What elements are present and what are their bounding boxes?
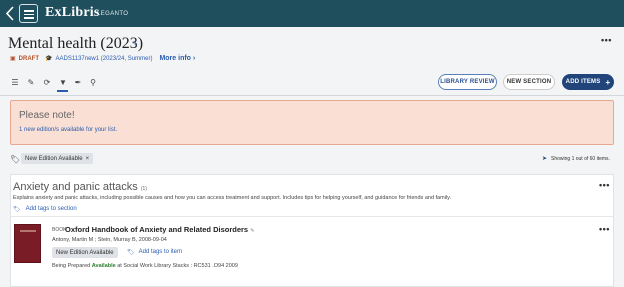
book-cover[interactable] bbox=[14, 224, 41, 263]
item-authors: Antony, Martin M ; Stein, Murray B, 2008… bbox=[52, 237, 167, 243]
status-badge: DRAFT bbox=[18, 55, 40, 62]
list-meta: ▣ DRAFT 🎓 AADS1137new1 (2023/24, Summer)… bbox=[10, 55, 195, 62]
more-options-icon[interactable]: ••• bbox=[601, 35, 612, 45]
new-section-button[interactable]: NEW SECTION bbox=[503, 74, 555, 90]
section-description: Explains anxiety and panic attacks, incl… bbox=[13, 195, 452, 201]
sort-icon[interactable]: ➤ bbox=[542, 155, 547, 162]
edit-icon[interactable]: ✎ bbox=[250, 228, 254, 234]
course-link[interactable]: AADS1137new1 (2023/24, Summer) bbox=[56, 56, 153, 62]
section-more-options-icon[interactable]: ••• bbox=[599, 180, 610, 190]
draft-icon: ▣ bbox=[10, 56, 16, 62]
product-name: LEGANTO bbox=[97, 11, 129, 17]
list-view-icon[interactable]: ☰ bbox=[10, 78, 20, 88]
page-title: Mental health (2023) bbox=[8, 35, 144, 52]
toolbar-divider bbox=[0, 95, 624, 96]
section-title[interactable]: Anxiety and panic attacks (1) bbox=[13, 181, 147, 193]
note-title: Please note! bbox=[19, 110, 75, 121]
edit-icon[interactable]: ✎ bbox=[132, 40, 138, 48]
section-card: Anxiety and panic attacks (1) ••• Explai… bbox=[10, 174, 614, 287]
tag-icon: 🏷 bbox=[10, 155, 21, 164]
item-tag-chip[interactable]: New Edition Available bbox=[52, 247, 118, 258]
back-icon[interactable] bbox=[4, 5, 16, 22]
add-tags-to-item[interactable]: 🏷 Add tags to item bbox=[127, 249, 182, 256]
top-bar: ExLibris LEGANTO bbox=[0, 0, 624, 27]
new-editions-link[interactable]: 1 new edition/s available for your list. bbox=[19, 127, 117, 133]
item-count: Showing 1 out of 60 items. bbox=[551, 156, 610, 162]
note-banner: Please note! 1 new edition/s available f… bbox=[10, 100, 614, 145]
hamburger-icon[interactable] bbox=[19, 4, 38, 23]
filter-icon[interactable]: ▼ bbox=[58, 78, 68, 88]
item-status: Being Prepared Available at Social Work … bbox=[52, 263, 238, 269]
pin-icon[interactable]: ✒ bbox=[73, 78, 83, 88]
availability-badge[interactable]: Available bbox=[92, 263, 116, 269]
tag-icon: 🏷 bbox=[127, 250, 135, 256]
close-icon[interactable]: × bbox=[86, 156, 90, 162]
refresh-icon[interactable]: ⟳ bbox=[42, 78, 52, 88]
plus-icon: + bbox=[605, 77, 611, 87]
tag-icon: 🏷 bbox=[13, 207, 21, 213]
item-title[interactable]: Oxford Handbook of Anxiety and Related D… bbox=[65, 225, 254, 234]
library-review-button[interactable]: LIBRARY REVIEW bbox=[438, 74, 497, 90]
course-icon: 🎓 bbox=[45, 56, 53, 62]
section-divider bbox=[11, 216, 613, 217]
brand-logo: ExLibris bbox=[45, 5, 100, 20]
filter-active-indicator bbox=[57, 90, 68, 92]
edit-list-icon[interactable]: ✎ bbox=[26, 78, 36, 88]
add-items-button[interactable]: ADD ITEMS + bbox=[562, 74, 614, 90]
search-icon[interactable]: ⚲ bbox=[88, 78, 98, 88]
add-tags-to-section[interactable]: 🏷 Add tags to section bbox=[13, 206, 77, 213]
item-more-options-icon[interactable]: ••• bbox=[599, 224, 610, 234]
tag-filter-chip[interactable]: New Edition Available × bbox=[21, 153, 94, 164]
more-info-link[interactable]: More info › bbox=[159, 55, 195, 62]
